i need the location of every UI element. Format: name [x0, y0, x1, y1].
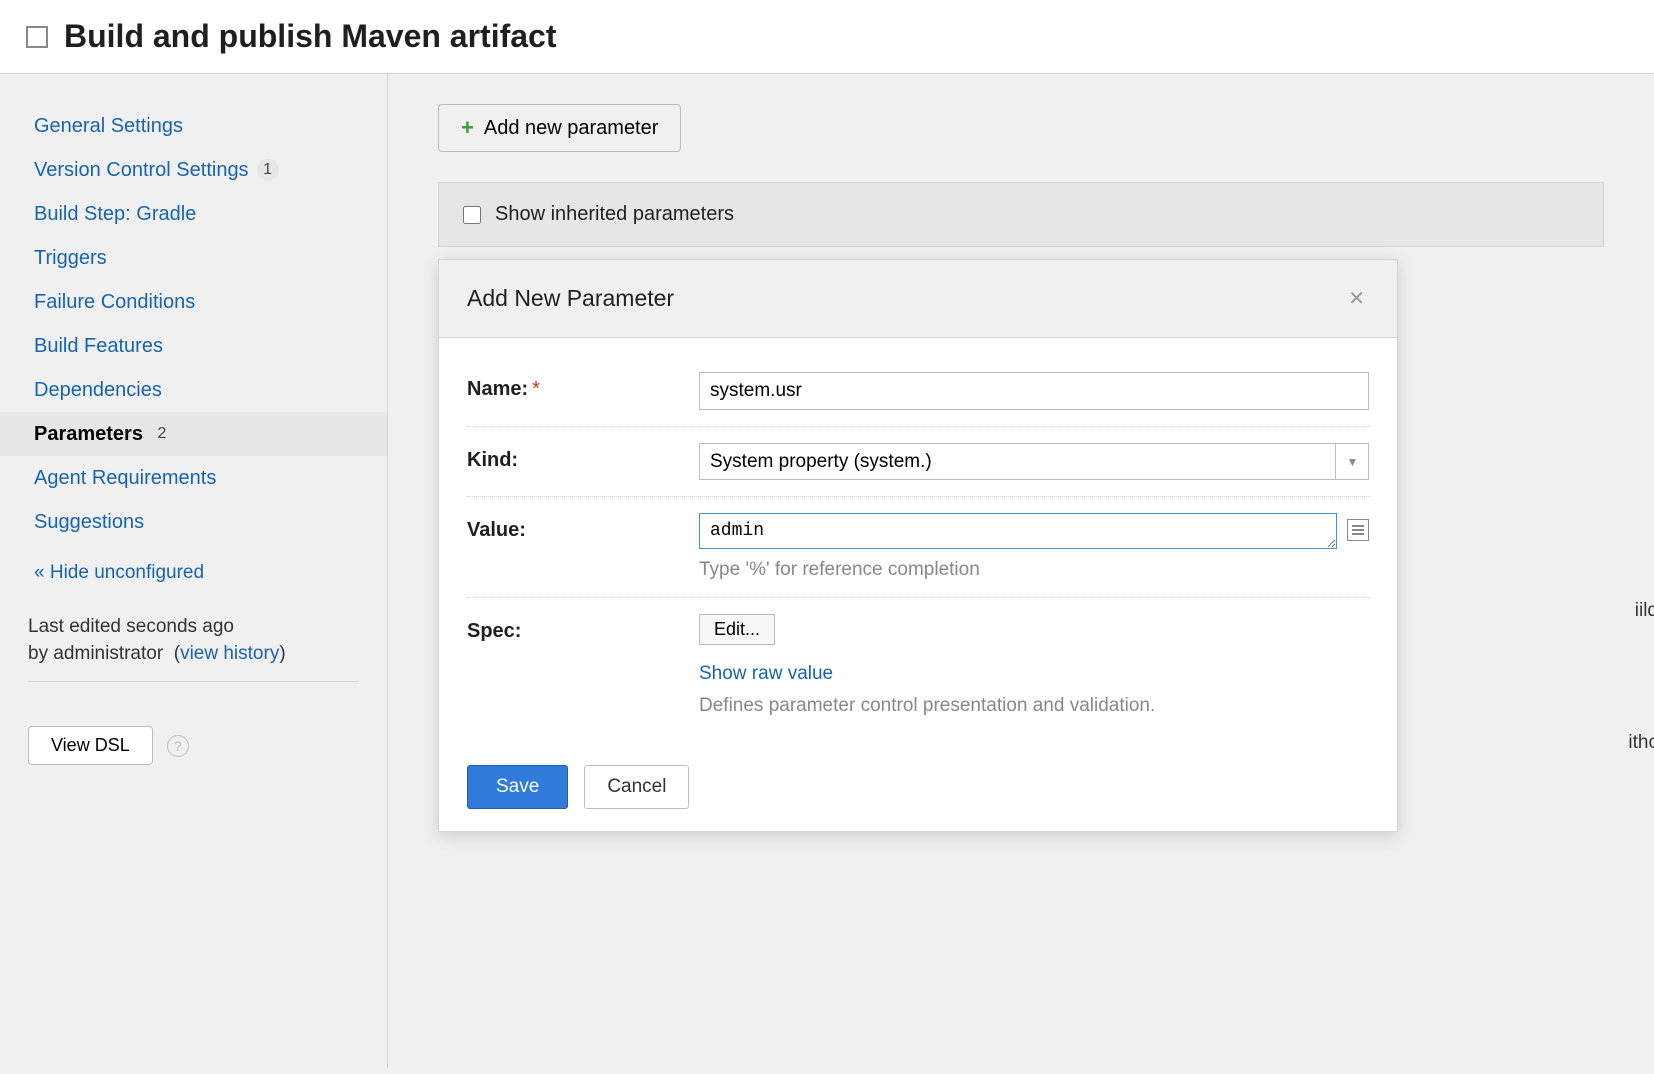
add-parameter-button[interactable]: + Add new parameter — [438, 104, 681, 152]
sidebar-item-build-features[interactable]: Build Features — [0, 324, 387, 368]
close-icon[interactable]: ✕ — [1344, 282, 1369, 315]
sidebar-item-label: Failure Conditions — [34, 288, 195, 316]
sidebar-divider — [28, 681, 359, 682]
value-hint: Type '%' for reference completion — [699, 559, 1369, 581]
spec-label: Spec: — [467, 614, 699, 643]
cancel-button[interactable]: Cancel — [584, 765, 689, 809]
show-inherited-box: Show inherited parameters — [438, 182, 1604, 247]
last-edited-meta: Last edited seconds ago by administrator… — [0, 584, 387, 667]
by-label: by — [28, 643, 48, 664]
sidebar-item-label: Build Features — [34, 332, 163, 360]
expand-editor-icon[interactable] — [1347, 519, 1369, 541]
value-label: Value: — [467, 513, 699, 542]
count-badge: 1 — [257, 159, 279, 181]
dialog-footer: Save Cancel — [439, 743, 1397, 831]
sidebar-item-label: General Settings — [34, 112, 183, 140]
kind-label: Kind: — [467, 443, 699, 472]
name-label: Name:* — [467, 372, 699, 401]
by-value: administrator — [53, 643, 163, 664]
view-history-link[interactable]: view history — [180, 643, 279, 664]
page-header: Build and publish Maven artifact — [0, 0, 1654, 74]
build-config-icon — [26, 26, 48, 48]
main-content: + Add new parameter Show inherited param… — [388, 74, 1654, 1068]
sidebar-item-label: Dependencies — [34, 376, 162, 404]
add-parameter-dialog: Add New Parameter ✕ Name:* Kind: — [438, 259, 1398, 832]
show-inherited-label: Show inherited parameters — [495, 203, 734, 226]
dialog-title: Add New Parameter — [467, 285, 674, 312]
last-edited-value: seconds ago — [126, 616, 234, 637]
sidebar-item-label: Triggers — [34, 244, 107, 272]
sidebar-item-vcs-settings[interactable]: Version Control Settings 1 — [0, 148, 387, 192]
obscured-text: ithc — [1628, 732, 1654, 754]
sidebar-item-build-step[interactable]: Build Step: Gradle — [0, 192, 387, 236]
sidebar-item-agent-requirements[interactable]: Agent Requirements — [0, 456, 387, 500]
sidebar: General Settings Version Control Setting… — [0, 74, 388, 1068]
sidebar-item-label: Suggestions — [34, 508, 144, 536]
count-badge: 2 — [151, 423, 173, 445]
plus-icon: + — [461, 115, 474, 141]
show-inherited-checkbox[interactable] — [463, 206, 481, 224]
value-input[interactable]: admin — [699, 513, 1337, 549]
hide-unconfigured-link[interactable]: « Hide unconfigured — [0, 544, 387, 584]
save-button[interactable]: Save — [467, 765, 568, 809]
sidebar-item-parameters[interactable]: Parameters 2 — [0, 412, 387, 456]
sidebar-item-label: Version Control Settings — [34, 156, 249, 184]
sidebar-item-label: Build Step: Gradle — [34, 200, 196, 228]
sidebar-item-suggestions[interactable]: Suggestions — [0, 500, 387, 544]
dialog-header: Add New Parameter ✕ — [439, 260, 1397, 338]
kind-select[interactable]: System property (system.) — [699, 443, 1369, 480]
spec-hint: Defines parameter control presentation a… — [699, 695, 1369, 717]
sidebar-item-label: Parameters — [34, 420, 143, 448]
page-title: Build and publish Maven artifact — [64, 18, 557, 55]
edit-spec-button[interactable]: Edit... — [699, 614, 775, 645]
last-edited-label: Last edited — [28, 616, 121, 637]
sidebar-item-triggers[interactable]: Triggers — [0, 236, 387, 280]
sidebar-item-dependencies[interactable]: Dependencies — [0, 368, 387, 412]
sidebar-item-failure-conditions[interactable]: Failure Conditions — [0, 280, 387, 324]
name-input[interactable] — [699, 372, 1369, 410]
sidebar-item-general-settings[interactable]: General Settings — [0, 104, 387, 148]
obscured-text: iild — [1635, 600, 1654, 622]
sidebar-item-label: Agent Requirements — [34, 464, 216, 492]
view-dsl-button[interactable]: View DSL — [28, 726, 153, 765]
add-parameter-label: Add new parameter — [484, 117, 659, 140]
show-raw-value-link[interactable]: Show raw value — [699, 663, 1369, 685]
help-icon[interactable]: ? — [167, 735, 189, 757]
